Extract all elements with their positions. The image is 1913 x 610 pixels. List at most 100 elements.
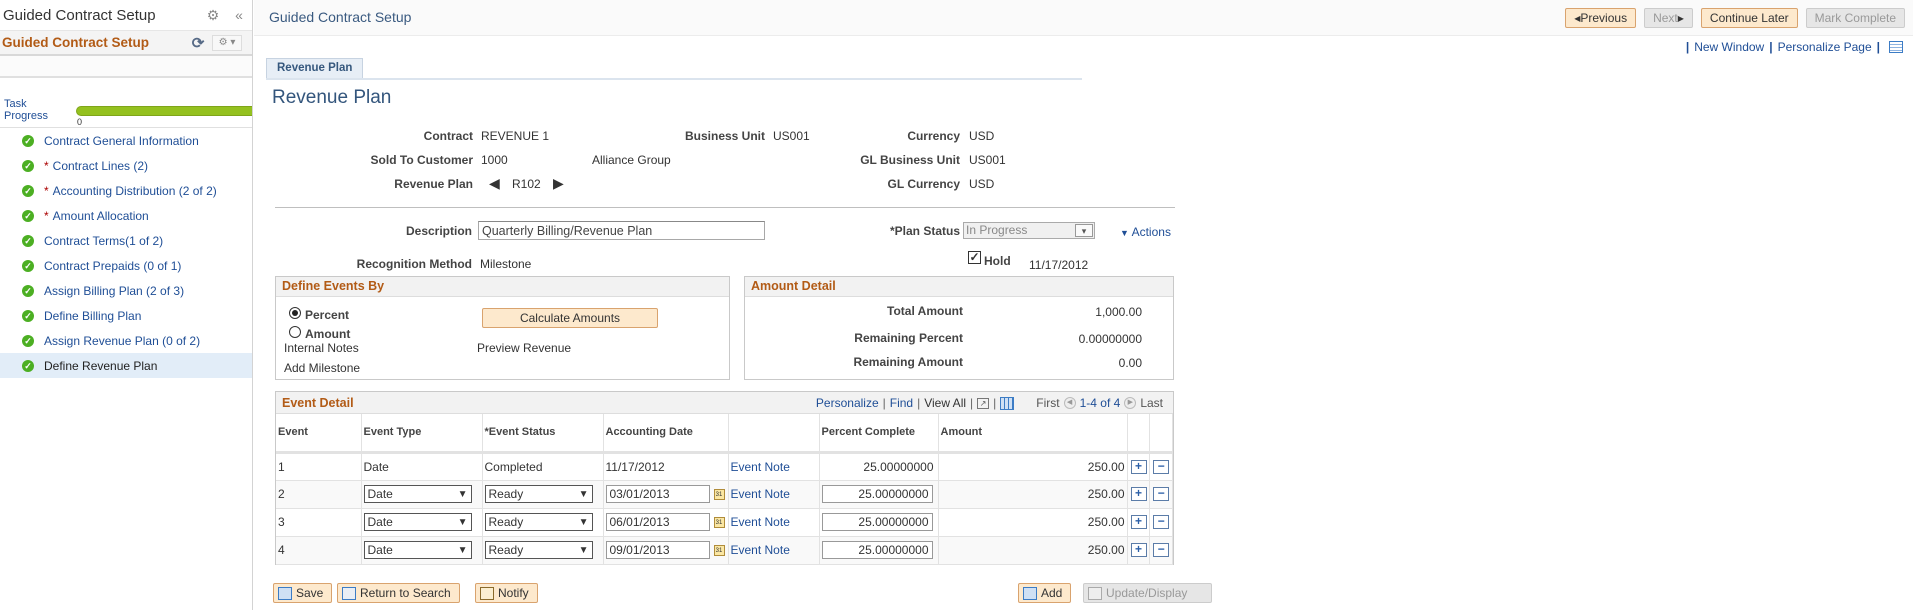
define-events-box: Define Events By Percent Amount Internal… xyxy=(275,276,730,380)
gear-dropdown-icon[interactable]: ⚙ ▾ xyxy=(212,34,242,51)
event-note-link[interactable]: Event Note xyxy=(731,515,790,529)
amount-detail-box: Amount Detail Total Amount 1,000.00 Rema… xyxy=(744,276,1174,380)
event-type-select[interactable]: Date ▼ xyxy=(363,541,472,559)
percent-complete-input[interactable]: 25.00000000 xyxy=(821,541,933,559)
add-row-icon[interactable]: + xyxy=(1130,515,1147,529)
calculate-amounts-button[interactable]: Calculate Amounts xyxy=(482,308,658,328)
define-events-title: Define Events By xyxy=(276,277,729,297)
event-amount: 250.00 xyxy=(938,536,1128,565)
add-milestone-link[interactable]: Add Milestone xyxy=(284,361,360,375)
delete-row-icon[interactable]: − xyxy=(1153,543,1170,557)
col-event-status: *Event Status xyxy=(482,414,604,454)
sidebar-step[interactable]: ✓ * Accounting Distribution (2 of 2) xyxy=(0,178,252,203)
delete-row-icon[interactable]: − xyxy=(1153,515,1170,529)
new-window-link[interactable]: New Window xyxy=(1694,40,1764,54)
remaining-percent-value: 0.00000000 xyxy=(1078,332,1142,346)
event-note-link[interactable]: Event Note xyxy=(731,543,790,557)
gear-icon[interactable]: ⚙ xyxy=(200,7,226,24)
event-table: Event Event Type *Event Status Accountin… xyxy=(276,414,1173,565)
business-unit-label: Business Unit xyxy=(684,129,765,143)
calendar-icon[interactable]: 31 xyxy=(713,544,725,556)
accounting-date-input[interactable]: 06/01/2013 xyxy=(605,513,710,531)
notify-button[interactable]: Notify xyxy=(475,583,538,603)
add-row-icon[interactable]: + xyxy=(1130,487,1147,501)
calendar-icon[interactable]: 31 xyxy=(713,488,725,500)
description-label: Description xyxy=(405,224,472,238)
sidebar-step-label: Assign Billing Plan (2 of 3) xyxy=(44,283,185,298)
event-type-select[interactable]: Date ▼ xyxy=(363,485,472,503)
return-to-search-button[interactable]: Return to Search xyxy=(337,583,460,603)
accounting-date-input[interactable]: 09/01/2013 xyxy=(605,541,710,559)
plan-status-select[interactable]: In Progress ▾ xyxy=(963,222,1095,239)
sidebar-step[interactable]: ✓ Contract Prepaids (0 of 1) xyxy=(0,253,252,278)
zoom-grid-icon[interactable]: ↗ xyxy=(977,397,990,409)
hold-label: Hold xyxy=(984,254,1011,268)
sidebar-step[interactable]: ✓ Assign Billing Plan (2 of 3) xyxy=(0,278,252,303)
business-unit-value: US001 xyxy=(773,129,810,143)
download-grid-icon[interactable] xyxy=(1000,396,1015,410)
required-marker: * xyxy=(44,158,49,173)
grid-find-link[interactable]: Find xyxy=(890,396,913,410)
event-status-select[interactable]: Ready ▼ xyxy=(484,485,593,503)
sidebar-step-label: Define Revenue Plan xyxy=(44,358,158,373)
gl-business-unit-label: GL Business Unit xyxy=(860,153,960,167)
delete-row-icon[interactable]: − xyxy=(1153,487,1170,501)
page-layout-icon[interactable] xyxy=(1889,41,1903,53)
previous-button[interactable]: ◀ Previous xyxy=(1565,8,1637,28)
amount-radio[interactable] xyxy=(289,326,301,338)
save-button[interactable]: Save xyxy=(273,583,333,603)
event-type-value: Date xyxy=(363,459,389,474)
prev-row-icon[interactable]: ◀ xyxy=(1063,397,1076,409)
hold-checkbox[interactable]: ✓ xyxy=(968,251,981,264)
accounting-date-input[interactable]: 03/01/2013 xyxy=(605,485,710,503)
sidebar-step[interactable]: ✓ Contract General Information xyxy=(0,128,252,153)
percent-complete-input[interactable]: 25.00000000 xyxy=(821,513,933,531)
event-status-select[interactable]: Ready ▼ xyxy=(484,541,593,559)
event-number: 1 xyxy=(276,452,362,481)
event-status-select[interactable]: Ready ▼ xyxy=(484,513,593,531)
sidebar-step-label: Contract Prepaids (0 of 1) xyxy=(44,258,182,273)
add-row-icon[interactable]: + xyxy=(1130,543,1147,557)
description-input[interactable] xyxy=(478,221,765,240)
guided-sidebar: Guided Contract Setup ⚙ « Guided Contrac… xyxy=(0,0,253,610)
event-table-body: 1 Date Completed 11/17/2012 Event Note 25.000… xyxy=(276,452,1173,565)
tab-revenue-plan[interactable]: Revenue Plan xyxy=(266,58,364,78)
percent-complete-input[interactable]: 25.00000000 xyxy=(821,485,933,503)
update-display-button[interactable]: Update/Display xyxy=(1083,583,1212,603)
sidebar-step[interactable]: ✓ Contract Terms(1 of 2) xyxy=(0,228,252,253)
delete-row-icon[interactable]: − xyxy=(1153,459,1170,474)
mark-complete-button[interactable]: Mark Complete xyxy=(1805,8,1905,28)
preview-revenue-link[interactable]: Preview Revenue xyxy=(477,341,571,355)
triangle-right-icon: ▶ xyxy=(1677,13,1684,23)
continue-later-button[interactable]: Continue Later xyxy=(1700,8,1798,28)
event-note-link[interactable]: Event Note xyxy=(731,487,790,501)
grid-view-all-link[interactable]: View All xyxy=(924,396,966,410)
prev-plan-icon[interactable]: ◀ xyxy=(489,175,500,192)
event-note-link[interactable]: Event Note xyxy=(731,460,790,474)
event-type-select[interactable]: Date ▼ xyxy=(363,513,472,531)
refresh-icon[interactable]: ⟳ xyxy=(184,34,212,52)
add-row-icon[interactable]: + xyxy=(1130,459,1147,474)
sidebar-step[interactable]: ✓ * Amount Allocation xyxy=(0,203,252,228)
col-add xyxy=(1127,414,1150,454)
next-row-icon[interactable]: ▶ xyxy=(1124,397,1137,409)
personalize-page-link[interactable]: Personalize Page xyxy=(1778,40,1872,54)
page-title: Revenue Plan xyxy=(272,87,392,108)
contract-label: Contract xyxy=(423,129,473,143)
collapse-icon[interactable]: « xyxy=(226,7,252,23)
gl-currency-label: GL Currency xyxy=(887,177,960,191)
next-plan-icon[interactable]: ▶ xyxy=(553,175,564,192)
add-button[interactable]: Add xyxy=(1018,583,1072,603)
sidebar-step[interactable]: ✓ Assign Revenue Plan (0 of 2) xyxy=(0,328,252,353)
sidebar-step[interactable]: ✓ Define Revenue Plan xyxy=(0,353,252,378)
actions-menu[interactable]: ▼ Actions xyxy=(1120,225,1171,239)
percent-radio[interactable] xyxy=(289,307,301,319)
grid-first-label: First xyxy=(1036,396,1060,410)
sidebar-step[interactable]: ✓ * Contract Lines (2) xyxy=(0,153,252,178)
calendar-icon[interactable]: 31 xyxy=(713,516,725,528)
sidebar-step[interactable]: ✓ Define Billing Plan xyxy=(0,303,252,328)
internal-notes-link[interactable]: Internal Notes xyxy=(284,341,359,355)
check-circle-icon: ✓ xyxy=(22,284,34,297)
grid-personalize-link[interactable]: Personalize xyxy=(816,396,879,410)
next-button[interactable]: Next ▶ xyxy=(1644,8,1693,28)
